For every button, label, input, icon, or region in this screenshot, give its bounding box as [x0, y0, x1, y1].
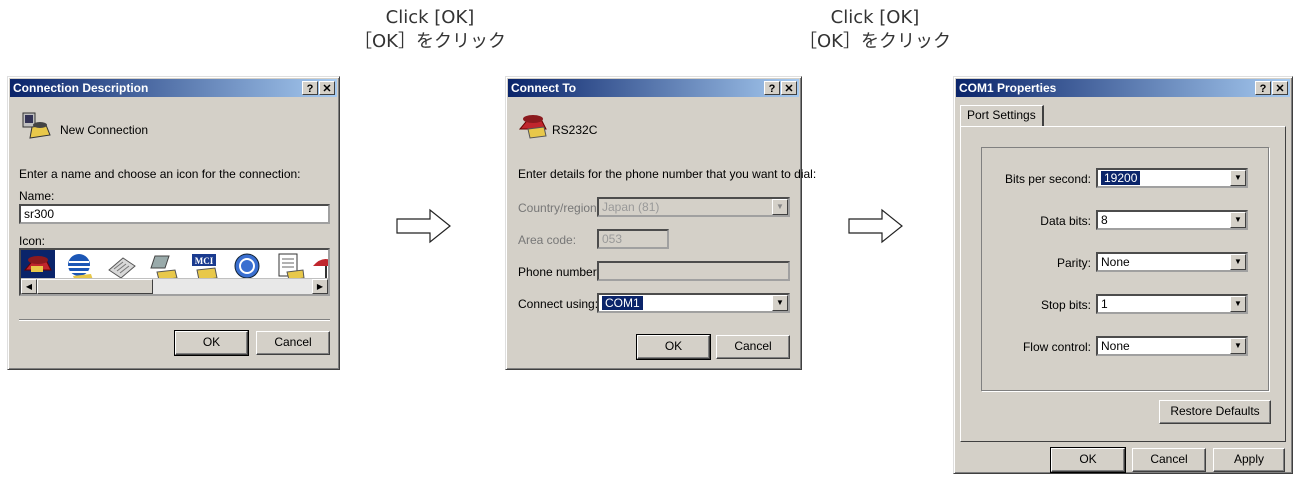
connect-using-label: Connect using:	[518, 297, 599, 311]
caption-step-2: Click [OK] ［OK］をクリック	[775, 6, 975, 54]
close-button[interactable]: ✕	[1272, 81, 1288, 95]
connect-using-select[interactable]: COM1 ▼	[597, 293, 790, 313]
caption-japanese: ［OK］をクリック	[799, 31, 951, 52]
title-bar: COM1 Properties ? ✕	[956, 79, 1290, 97]
flow-control-label: Flow control:	[1022, 340, 1091, 354]
caption-step-1: Click [OK] ［OK］をクリック	[330, 6, 530, 54]
icon-label: Icon:	[19, 234, 46, 248]
stop-bits-value: 1	[1101, 297, 1108, 311]
cancel-button[interactable]: Cancel	[256, 331, 330, 355]
connect-using-value: COM1	[602, 296, 643, 310]
title-bar: Connect To ? ✕	[508, 79, 799, 97]
dial-prompt: Enter details for the phone number that …	[518, 167, 817, 181]
arrow-right-icon	[848, 208, 903, 244]
name-input[interactable]: sr300	[19, 204, 330, 224]
scroll-thumb[interactable]	[37, 279, 153, 294]
country-select: Japan (81) ▼	[597, 197, 790, 217]
com1-properties-dialog: COM1 Properties ? ✕ Port Settings Bits p…	[953, 76, 1293, 474]
parity-label: Parity:	[1056, 256, 1091, 270]
data-bits-select[interactable]: 8 ▼	[1096, 210, 1248, 230]
separator	[19, 319, 330, 321]
icon-scrollbar[interactable]: ◀ ▶	[21, 278, 328, 294]
computer-phone-icon	[22, 112, 51, 139]
chevron-down-icon[interactable]: ▼	[1230, 254, 1246, 270]
bits-per-second-select[interactable]: 19200 ▼	[1096, 168, 1248, 188]
scroll-right-button[interactable]: ▶	[312, 279, 328, 294]
close-button[interactable]: ✕	[319, 81, 335, 95]
scroll-left-button[interactable]: ◀	[21, 279, 37, 294]
help-button[interactable]: ?	[302, 81, 318, 95]
country-value: Japan (81)	[602, 200, 660, 214]
chevron-down-icon[interactable]: ▼	[1230, 296, 1246, 312]
phone-number-input[interactable]	[597, 261, 790, 281]
chevron-down-icon: ▼	[772, 199, 788, 215]
data-bits-value: 8	[1101, 213, 1108, 227]
chevron-down-icon[interactable]: ▼	[1230, 212, 1246, 228]
country-label: Country/region:	[518, 201, 601, 215]
stop-bits-select[interactable]: 1 ▼	[1096, 294, 1248, 314]
svg-text:MCI: MCI	[195, 256, 214, 266]
dialog-title: Connect To	[511, 81, 577, 95]
ok-button[interactable]: OK	[636, 334, 711, 360]
phone-icon	[518, 115, 547, 139]
icon-list[interactable]: MCI ◀ ▶	[19, 248, 330, 296]
chevron-down-icon[interactable]: ▼	[772, 295, 788, 311]
name-prompt: Enter a name and choose an icon for the …	[19, 167, 301, 181]
help-button[interactable]: ?	[764, 81, 780, 95]
bits-per-second-label: Bits per second:	[1004, 172, 1091, 186]
apply-button[interactable]: Apply	[1213, 448, 1285, 472]
help-button[interactable]: ?	[1255, 81, 1271, 95]
dialog-title: COM1 Properties	[959, 81, 1057, 95]
settings-group: Bits per second: 19200 ▼ Data bits: 8 ▼ …	[981, 147, 1269, 391]
parity-select[interactable]: None ▼	[1096, 252, 1248, 272]
data-bits-label: Data bits:	[1040, 214, 1091, 228]
ok-button[interactable]: OK	[1050, 447, 1126, 473]
dialog-title: Connection Description	[13, 81, 149, 95]
connection-heading: RS232C	[552, 123, 598, 137]
flow-control-value: None	[1101, 339, 1130, 353]
cancel-button[interactable]: Cancel	[1132, 448, 1206, 472]
restore-defaults-button[interactable]: Restore Defaults	[1159, 400, 1271, 424]
area-code-input: 053	[597, 229, 669, 249]
arrow-right-icon	[396, 208, 451, 244]
stop-bits-label: Stop bits:	[1040, 298, 1091, 312]
caption-japanese: ［OK］をクリック	[354, 31, 506, 52]
chevron-down-icon[interactable]: ▼	[1230, 170, 1246, 186]
port-settings-panel: Bits per second: 19200 ▼ Data bits: 8 ▼ …	[960, 126, 1286, 442]
ok-button[interactable]: OK	[174, 330, 249, 356]
close-button[interactable]: ✕	[781, 81, 797, 95]
parity-value: None	[1101, 255, 1130, 269]
flow-control-select[interactable]: None ▼	[1096, 336, 1248, 356]
caption-english: Click [OK]	[830, 7, 920, 28]
name-label: Name:	[19, 189, 55, 203]
cancel-button[interactable]: Cancel	[716, 335, 790, 359]
tab-port-settings[interactable]: Port Settings	[960, 105, 1044, 127]
caption-english: Click [OK]	[385, 7, 475, 28]
connect-to-dialog: Connect To ? ✕ RS232C Enter details for …	[505, 76, 816, 370]
chevron-down-icon[interactable]: ▼	[1230, 338, 1246, 354]
area-code-label: Area code:	[518, 233, 577, 247]
connection-heading: New Connection	[60, 123, 149, 137]
bits-per-second-value: 19200	[1101, 171, 1141, 185]
phone-number-label: Phone number:	[518, 265, 601, 279]
title-bar: Connection Description ? ✕	[10, 79, 337, 97]
connection-description-dialog: Connection Description ? ✕ New Connectio…	[7, 76, 340, 370]
